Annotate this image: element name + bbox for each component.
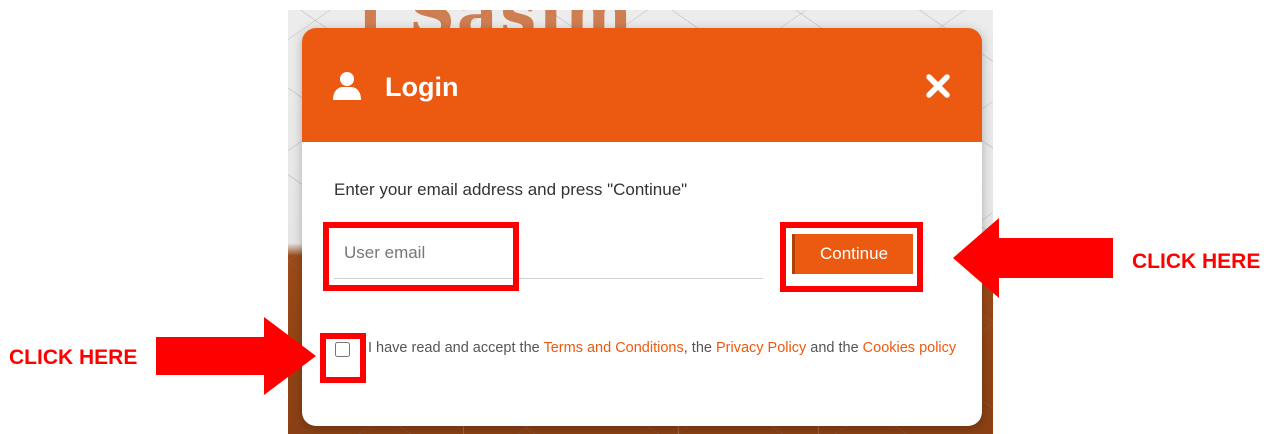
user-icon [333, 72, 361, 100]
terms-separator: , the [683, 340, 716, 356]
modal-header: Login [302, 28, 982, 142]
cookies-policy-link[interactable]: Cookies policy [863, 340, 957, 356]
terms-text: I have read and accept the Terms and Con… [368, 337, 968, 359]
right-pointing-arrow-icon [156, 317, 316, 395]
terms-prefix: I have read and accept the [368, 340, 544, 356]
close-icon [926, 74, 950, 98]
email-highlight-box [323, 222, 519, 291]
left-pointing-arrow-icon [953, 218, 1113, 298]
click-here-callout: CLICK HERE [1132, 250, 1261, 273]
click-here-callout: CLICK HERE [9, 346, 138, 369]
modal-title: Login [385, 72, 459, 102]
terms-link[interactable]: Terms and Conditions [543, 340, 683, 356]
checkbox-highlight-box [320, 333, 366, 383]
terms-separator: and the [806, 340, 863, 356]
privacy-policy-link[interactable]: Privacy Policy [716, 340, 806, 356]
instruction-text: Enter your email address and press "Cont… [334, 180, 688, 199]
continue-highlight-box [780, 222, 923, 292]
close-button[interactable] [922, 70, 954, 102]
